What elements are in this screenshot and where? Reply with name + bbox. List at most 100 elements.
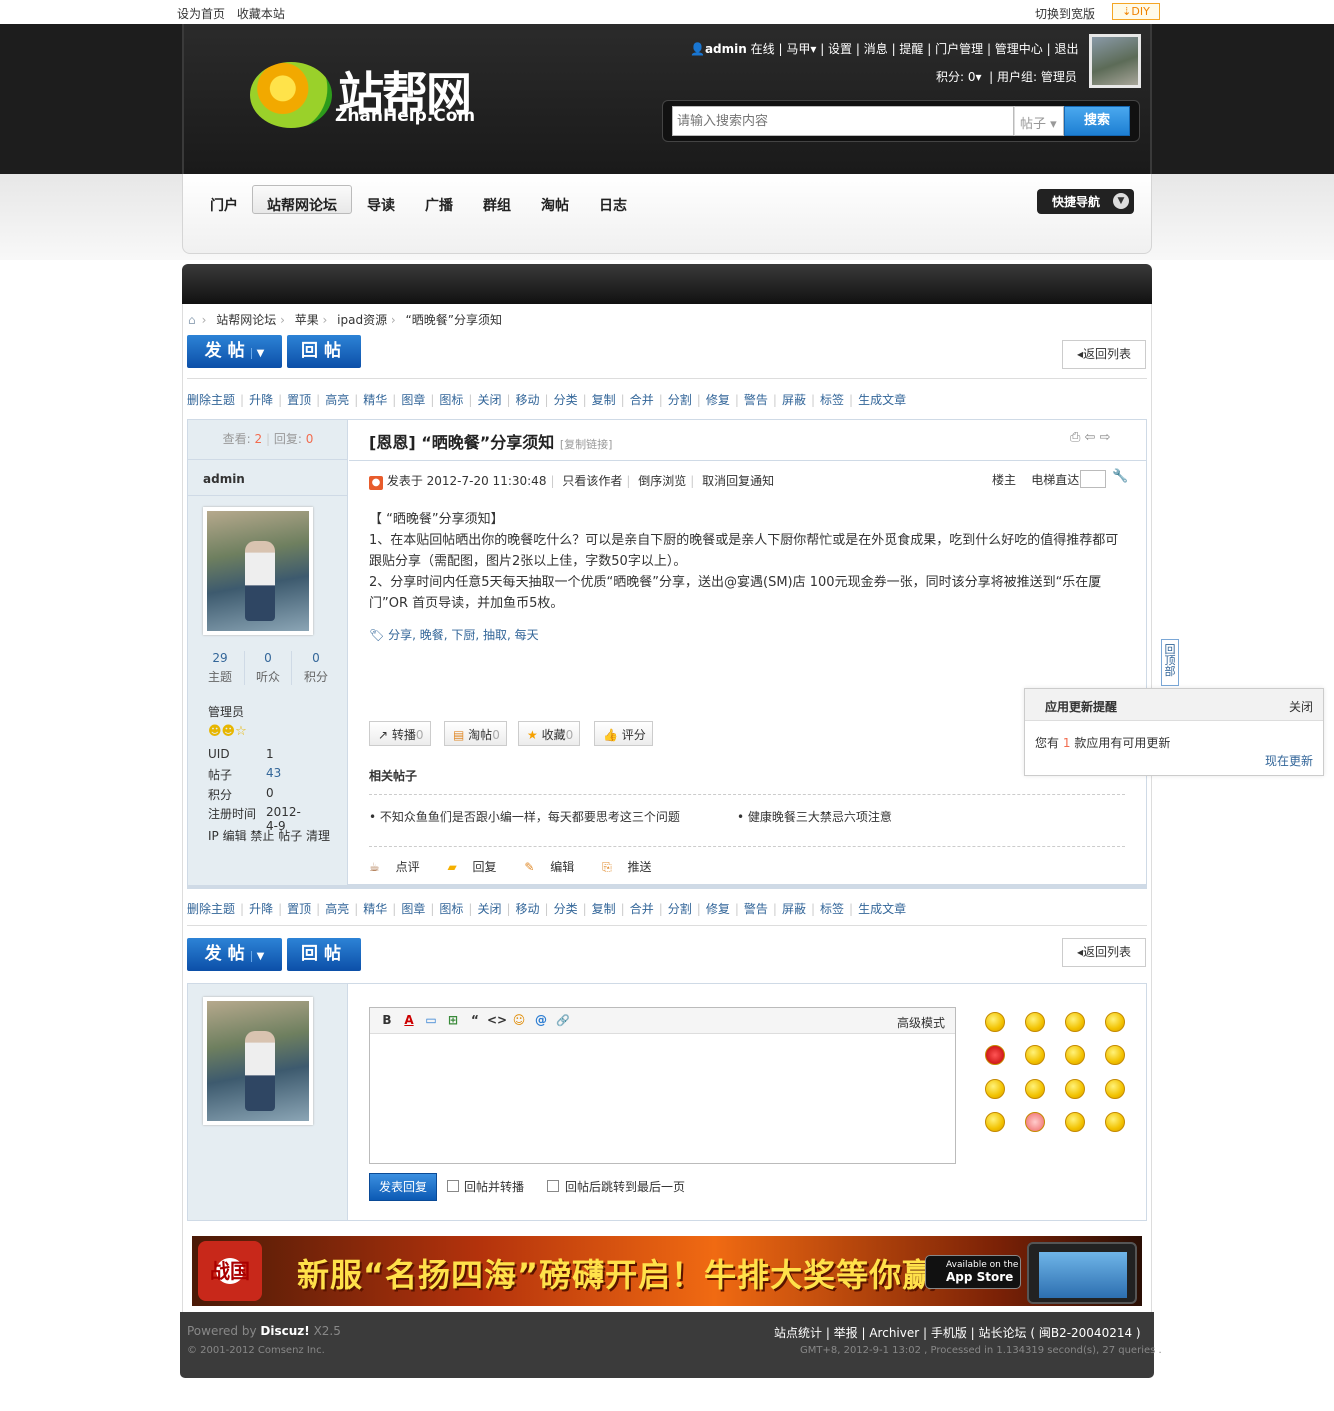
settings-link[interactable]: 设置: [828, 42, 852, 56]
new-post-button-bottom[interactable]: 发帖 ▼: [187, 938, 282, 971]
smiley-icon[interactable]: [1065, 1112, 1085, 1132]
remind-link[interactable]: 提醒: [899, 42, 923, 56]
next-thread-icon[interactable]: ⇨: [1100, 430, 1111, 445]
breadcrumb-forum[interactable]: 站帮网论坛: [216, 313, 276, 327]
search-type-select[interactable]: 帖子 ▾: [1014, 106, 1064, 136]
mod-stamp[interactable]: 图章: [401, 393, 425, 407]
cancel-notify-link[interactable]: 取消回复通知: [702, 474, 774, 488]
mod-warn[interactable]: 警告: [744, 393, 768, 407]
site-logo[interactable]: 站帮网 ZhanHelp.Com: [250, 56, 500, 136]
smiley-icon[interactable]: [1105, 1112, 1125, 1132]
set-home-link[interactable]: 设为首页: [177, 7, 225, 21]
related-link-1[interactable]: • 不知众鱼鱼们是否跟小编一样，每天都要思考这三个问题: [369, 808, 680, 825]
attach-icon[interactable]: ⊞: [442, 1013, 464, 1027]
floor-jump-input[interactable]: [1080, 470, 1106, 488]
smiley-icon[interactable]: ☺: [508, 1013, 530, 1027]
bold-icon[interactable]: B: [376, 1013, 398, 1027]
code-icon[interactable]: <>: [486, 1013, 508, 1027]
smiley-icon[interactable]: [985, 1112, 1005, 1132]
mod-bump[interactable]: 升降: [249, 393, 273, 407]
smiley-icon[interactable]: [1065, 1045, 1085, 1065]
post-tags[interactable]: 🏷 分享, 晚餐, 下厨, 抽取, 每天: [369, 626, 539, 643]
quote-icon[interactable]: “: [464, 1013, 486, 1027]
breadcrumb-ipad[interactable]: ipad资源: [337, 313, 387, 327]
at-icon[interactable]: @: [530, 1013, 552, 1027]
edit-action[interactable]: ✎ 编辑: [524, 860, 586, 874]
nav-groups[interactable]: 群组: [483, 194, 511, 218]
link-icon[interactable]: 🔗: [552, 1014, 574, 1027]
favorite-button[interactable]: ★ 收藏0: [518, 721, 581, 746]
related-link-2[interactable]: • 健康晚餐三大禁忌六项注意: [737, 808, 892, 825]
return-list-button-bottom[interactable]: ◂返回列表: [1062, 938, 1146, 967]
messages-link[interactable]: 消息: [864, 42, 888, 56]
discuz-link[interactable]: Discuz!: [260, 1324, 309, 1338]
admin-center-link[interactable]: 管理中心: [995, 42, 1043, 56]
nav-portal[interactable]: 门户: [210, 194, 238, 218]
search-button[interactable]: 搜索: [1064, 106, 1130, 136]
submit-reply-button[interactable]: 发表回复: [369, 1173, 437, 1201]
mod-move[interactable]: 移动: [516, 393, 540, 407]
poster-role[interactable]: 管理员: [208, 703, 244, 720]
image-icon[interactable]: ▭: [420, 1013, 442, 1027]
back-to-top-button[interactable]: 回顶部: [1161, 639, 1179, 686]
quick-nav-button[interactable]: 快捷导航 ▼: [1037, 189, 1134, 214]
mod-digest[interactable]: 精华: [363, 393, 387, 407]
mod-split[interactable]: 分割: [668, 393, 692, 407]
mod-tag[interactable]: 标签: [820, 393, 844, 407]
mod-repair[interactable]: 修复: [706, 393, 730, 407]
diy-button[interactable]: ⇣DIY: [1112, 3, 1160, 20]
mod-copy[interactable]: 复制: [592, 393, 616, 407]
user-avatar[interactable]: [1089, 34, 1141, 88]
mod-icon[interactable]: 图标: [439, 393, 463, 407]
smiley-icon[interactable]: [1105, 1012, 1125, 1032]
count-points[interactable]: 0 积分: [292, 651, 340, 685]
poster-name[interactable]: admin: [203, 472, 245, 486]
comment-action[interactable]: ☕ 点评: [369, 860, 432, 874]
switch-wide-link[interactable]: 切换到宽版: [1035, 5, 1095, 22]
breadcrumb-thread[interactable]: “晒晚餐”分享须知: [406, 313, 502, 327]
notice-close-button[interactable]: 关闭: [1289, 698, 1313, 715]
smiley-icon[interactable]: [1105, 1045, 1125, 1065]
logout-link[interactable]: 退出: [1054, 42, 1078, 56]
nav-blog[interactable]: 日志: [599, 194, 627, 218]
reply-button[interactable]: 回帖: [287, 335, 361, 368]
font-color-icon[interactable]: A: [398, 1013, 420, 1027]
reply-textarea[interactable]: [371, 1035, 954, 1162]
return-list-button[interactable]: ◂返回列表: [1062, 340, 1146, 369]
update-now-link[interactable]: 现在更新: [1265, 752, 1313, 769]
print-icon[interactable]: ⎙: [1070, 430, 1080, 445]
wrench-icon[interactable]: 🔧: [1112, 469, 1128, 484]
smiley-icon[interactable]: [985, 1079, 1005, 1099]
mod-type[interactable]: 分类: [554, 393, 578, 407]
prev-thread-icon[interactable]: ⇦: [1085, 430, 1096, 445]
mod-article[interactable]: 生成文章: [858, 393, 906, 407]
ad-banner[interactable]: 战国 新服“名扬四海”磅礴开启！牛排大奖等你赢 Available on the…: [192, 1236, 1142, 1306]
breadcrumb-apple[interactable]: 苹果: [295, 313, 319, 327]
nav-guide[interactable]: 导读: [367, 194, 395, 218]
search-input[interactable]: [672, 106, 1014, 136]
smiley-icon[interactable]: [1025, 1012, 1045, 1032]
nav-broadcast[interactable]: 广播: [425, 194, 453, 218]
poster-admin-links[interactable]: IP 编辑 禁止 帖子 清理: [208, 827, 330, 844]
new-post-button[interactable]: 发帖 ▼: [187, 335, 282, 368]
points-link[interactable]: 积分: 0▾: [936, 70, 982, 84]
smiley-icon[interactable]: [985, 1045, 1005, 1065]
count-threads[interactable]: 29 主题: [196, 651, 244, 685]
push-action[interactable]: ⎘ 推送: [602, 860, 663, 874]
smiley-icon[interactable]: [1025, 1079, 1045, 1099]
copy-link[interactable]: [复制链接]: [560, 438, 613, 451]
majia-link[interactable]: 马甲▾: [786, 42, 816, 56]
mod-highlight[interactable]: 高亮: [325, 393, 349, 407]
mod-merge[interactable]: 合并: [630, 393, 654, 407]
collect-button[interactable]: ▤ 淘帖0: [444, 721, 507, 746]
smiley-icon[interactable]: [1105, 1079, 1125, 1099]
reply-button-bottom[interactable]: 回帖: [287, 938, 361, 971]
reverse-order-link[interactable]: 倒序浏览: [638, 474, 686, 488]
rate-button[interactable]: 👍 评分: [594, 721, 653, 746]
nav-collections[interactable]: 淘帖: [541, 194, 569, 218]
mod-close[interactable]: 关闭: [477, 393, 501, 407]
reply-broadcast-checkbox[interactable]: [447, 1180, 459, 1192]
advanced-mode-link[interactable]: 高级模式: [897, 1014, 945, 1031]
mod-delete[interactable]: 删除主题: [187, 393, 235, 407]
only-author-link[interactable]: 只看该作者: [562, 474, 622, 488]
